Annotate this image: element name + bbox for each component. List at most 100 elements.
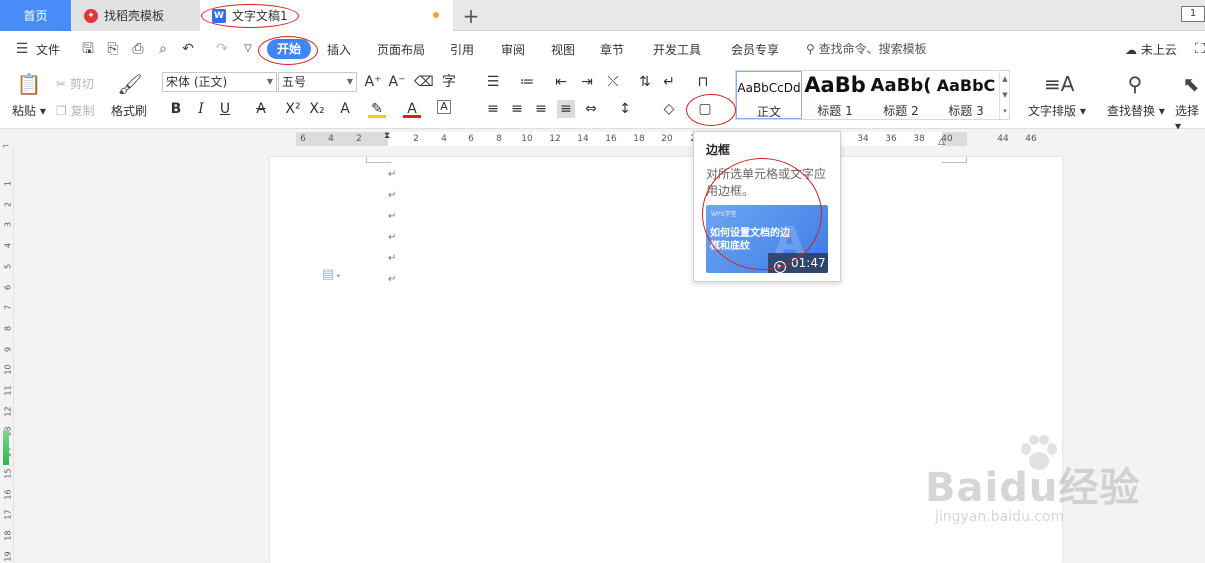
paragraph-mark: ↵: [388, 274, 397, 285]
window-switch-button[interactable]: 1: [1181, 6, 1205, 22]
superscript-icon[interactable]: X²: [284, 100, 302, 118]
line-spacing-icon[interactable]: ↕: [616, 100, 634, 118]
cursor-icon[interactable]: ⬉: [1177, 71, 1205, 97]
command-search[interactable]: ⚲ 查找命令、搜索模板: [806, 40, 927, 57]
menu-review[interactable]: 审阅: [501, 41, 525, 58]
ruler-number: 10: [521, 134, 533, 144]
tutorial-video-thumbnail[interactable]: WPS学堂 如何设置文档的边框和底纹 A ▶ 01:47: [706, 205, 828, 273]
font-color-icon[interactable]: A: [403, 100, 421, 118]
text-layout-button[interactable]: 文字排版 ▾: [1028, 102, 1086, 119]
find-icon[interactable]: ⚲: [1121, 71, 1149, 97]
highlight-icon[interactable]: ✎: [368, 100, 386, 118]
style-heading-1[interactable]: AaBb 标题 1: [802, 71, 868, 119]
menu-chapter[interactable]: 章节: [600, 41, 624, 58]
paste-icon[interactable]: 📋: [15, 71, 43, 97]
paragraph-mark: ↵: [388, 211, 397, 222]
align-center-icon[interactable]: ≡: [508, 100, 526, 118]
redo-icon[interactable]: ↷: [214, 41, 230, 57]
style-normal[interactable]: AaBbCcDd 正文: [736, 71, 802, 119]
cloud-status[interactable]: ☁ 未上云: [1125, 41, 1177, 58]
menu-chapter-label: 章节: [600, 43, 625, 57]
video-duration[interactable]: ▶ 01:47: [768, 253, 828, 273]
pinyin-icon[interactable]: 字: [440, 73, 458, 91]
text-effect-icon[interactable]: A: [336, 100, 354, 118]
find-replace-button[interactable]: 查找替换 ▾: [1107, 102, 1165, 119]
copy-icon: ❐: [56, 104, 67, 118]
save-icon[interactable]: 🖫: [80, 41, 96, 57]
ruler-number: 19: [3, 551, 13, 562]
paste-label: 粘贴: [12, 104, 37, 118]
numbered-list-icon[interactable]: ≔: [518, 73, 536, 91]
paragraph-handle-icon[interactable]: ▤ ▾: [322, 267, 340, 282]
style-heading-2[interactable]: AaBb( 标题 2: [868, 71, 934, 119]
distribute-icon[interactable]: ⇔: [582, 100, 600, 118]
indent-marker-icon[interactable]: ⧗: [384, 131, 390, 141]
increase-indent-icon[interactable]: ⇥: [578, 73, 596, 91]
format-painter-button[interactable]: 格式刷: [111, 102, 147, 119]
tab-document[interactable]: W 文字文稿1: [200, 0, 453, 31]
tab-template[interactable]: ✦ 找稻壳模板: [72, 0, 200, 31]
print-icon[interactable]: ⎙: [130, 41, 146, 57]
menu-member[interactable]: 会员专享: [731, 41, 779, 58]
scissors-icon: ✂: [56, 77, 67, 91]
align-left-icon[interactable]: ≡: [484, 100, 502, 118]
increase-font-icon[interactable]: A⁺: [364, 73, 382, 91]
char-border-icon[interactable]: A: [437, 100, 451, 114]
chinese-layout-icon[interactable]: ⤬: [604, 73, 622, 91]
font-name-select[interactable]: 宋体 (正文) ▼: [162, 72, 277, 92]
copy-button[interactable]: ❐ 复制: [56, 102, 95, 119]
shading-icon[interactable]: ◇: [660, 100, 678, 118]
tooltip-title: 边框: [706, 143, 731, 157]
menu-view[interactable]: 视图: [551, 41, 575, 58]
menu-home-active[interactable]: 开始: [267, 39, 311, 59]
menu-developer[interactable]: 开发工具: [653, 41, 701, 58]
print-preview-icon[interactable]: ⌕: [155, 41, 171, 57]
decrease-indent-icon[interactable]: ⇤: [552, 73, 570, 91]
clear-format-icon[interactable]: ⌫: [414, 73, 434, 91]
video-duration-label: 01:47: [791, 256, 826, 270]
search-icon: ⚲: [806, 42, 815, 56]
underline-icon[interactable]: U: [216, 100, 234, 118]
menu-references[interactable]: 引用: [450, 41, 474, 58]
menu-insert[interactable]: 插入: [327, 41, 351, 58]
hamburger-icon[interactable]: ☰: [14, 41, 30, 57]
undo-icon[interactable]: ↶: [180, 41, 196, 57]
ruler-number: 18: [633, 134, 645, 144]
tab-stops-icon[interactable]: ⊓: [694, 73, 712, 91]
italic-icon[interactable]: I: [192, 100, 210, 118]
format-painter-icon[interactable]: 🖌: [116, 71, 144, 97]
styles-scroll[interactable]: ▲ ▼ ▾: [999, 71, 1010, 119]
tab-home[interactable]: 首页: [0, 0, 71, 31]
ruler-number: 38: [913, 134, 925, 144]
justify-icon[interactable]: ≡: [557, 100, 575, 118]
align-right-icon[interactable]: ≡: [532, 100, 550, 118]
ruler-number: 2: [413, 134, 419, 144]
cut-button[interactable]: ✂ 剪切: [56, 75, 94, 92]
border-icon[interactable]: ▢: [696, 100, 714, 118]
new-tab-button[interactable]: +: [458, 0, 484, 31]
strikethrough-icon[interactable]: A: [252, 100, 270, 118]
show-marks-icon[interactable]: ↵: [660, 73, 678, 91]
decrease-font-icon[interactable]: A⁻: [388, 73, 406, 91]
customize-quick-access-icon[interactable]: ▽: [240, 41, 256, 57]
text-layout-icon[interactable]: ≡A: [1044, 71, 1074, 97]
bold-icon[interactable]: B: [167, 100, 185, 118]
ruler-number: 16: [605, 134, 617, 144]
style-heading-3[interactable]: AaBbC 标题 3: [934, 71, 998, 119]
window-switch-label: 1: [1189, 8, 1197, 19]
export-pdf-icon[interactable]: ⎘: [105, 41, 121, 57]
ruler-number: 1: [3, 180, 13, 187]
menu-file[interactable]: 文件: [36, 41, 60, 58]
font-size-select[interactable]: 五号 ▼: [278, 72, 357, 92]
menu-page-layout[interactable]: 页面布局: [377, 41, 425, 58]
right-indent-marker-icon[interactable]: △: [938, 137, 945, 147]
sort-icon[interactable]: ⇅: [636, 73, 654, 91]
ruler-number: 6: [3, 284, 13, 290]
style-heading-2-sample: AaBb(: [870, 75, 932, 96]
paste-button[interactable]: 粘贴 ▾: [12, 102, 46, 119]
share-icon[interactable]: ⛶: [1192, 41, 1205, 57]
ruler-number: 6: [468, 134, 474, 144]
subscript-icon[interactable]: X₂: [308, 100, 326, 118]
bullet-list-icon[interactable]: ☰: [484, 73, 502, 91]
font-name-value: 宋体 (正文): [166, 75, 228, 89]
